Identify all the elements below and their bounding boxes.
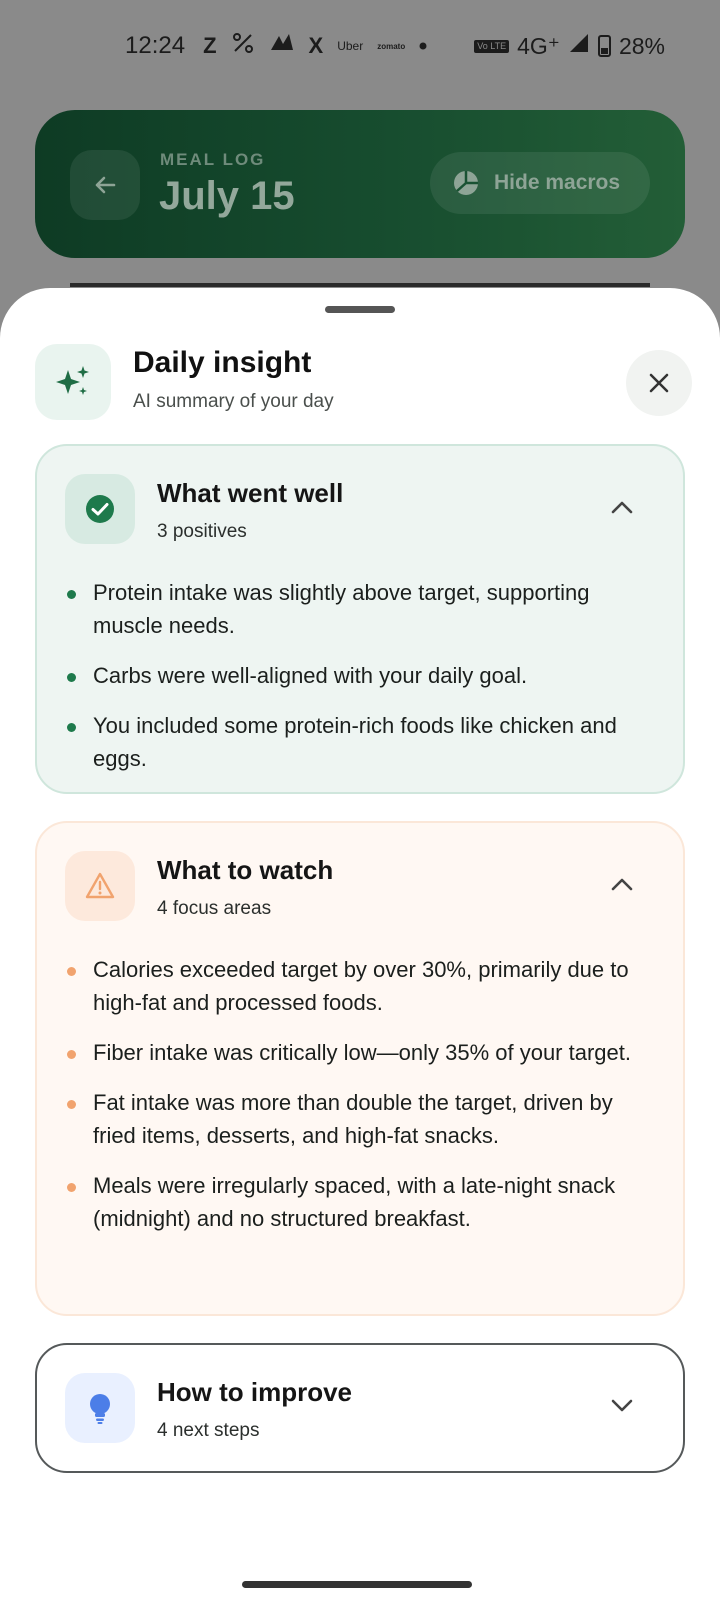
went-well-list: Protein intake was slightly above target… — [65, 576, 655, 792]
improve-title: How to improve — [157, 1377, 353, 1407]
what-went-well-section: What went well 3 positives Protein intak… — [35, 444, 685, 794]
bullet-dot-icon — [67, 673, 76, 682]
signal-icon — [568, 32, 590, 60]
meal-log-header: MEAL LOG July 15 Hide macros — [35, 110, 685, 258]
bullet-dot-icon — [67, 1183, 76, 1192]
sheet-subtitle: AI summary of your day — [133, 391, 334, 412]
status-time: 12:24 — [125, 32, 186, 59]
chevron-up-icon — [611, 878, 633, 891]
battery-percent: 28% — [618, 32, 665, 59]
hide-macros-button[interactable]: Hide macros — [430, 152, 650, 214]
home-indicator[interactable] — [242, 1581, 472, 1588]
list-item: Carbs were well-aligned with your daily … — [65, 659, 655, 692]
status-right: Vo LTE 4G⁺ 28% — [474, 32, 665, 60]
check-circle-icon — [65, 474, 135, 544]
hide-macros-label: Hide macros — [494, 171, 621, 194]
to-watch-count: 4 focus areas — [157, 898, 272, 919]
battery-icon — [597, 35, 611, 57]
bullet-dot-icon — [67, 1050, 76, 1059]
arrow-left-icon — [95, 176, 116, 194]
went-well-count: 3 positives — [157, 521, 247, 542]
list-item: Calories exceeded target by over 30%, pr… — [65, 953, 655, 1019]
warning-icon — [65, 851, 135, 921]
collapse-went-well-button[interactable] — [607, 492, 637, 522]
header-date: July 15 — [159, 174, 295, 218]
volte-icon: Vo LTE — [474, 39, 510, 53]
list-item: Meals were irregularly spaced, with a la… — [65, 1169, 655, 1235]
to-watch-list: Calories exceeded target by over 30%, pr… — [65, 953, 655, 1252]
list-item: Fat intake was more than double the targ… — [65, 1086, 655, 1152]
chevron-down-icon — [611, 1399, 633, 1412]
lightbulb-icon — [65, 1373, 135, 1443]
expand-improve-button[interactable] — [607, 1391, 637, 1421]
list-item: Protein intake was slightly above target… — [65, 576, 655, 642]
bullet-dot-icon — [67, 967, 76, 976]
chevron-up-icon — [611, 501, 633, 514]
to-watch-title: What to watch — [157, 855, 334, 885]
app-logo-icon — [269, 32, 295, 60]
list-item: You included some protein-rich foods lik… — [65, 709, 655, 775]
daily-insight-sheet: Daily insight AI summary of your day Wha… — [0, 288, 720, 1600]
background-divider — [70, 283, 650, 287]
connections-icon — [231, 31, 255, 61]
status-bar: 12:24 Z X Uber zomato Vo LTE 4G⁺ 28% — [0, 0, 720, 92]
close-button[interactable] — [626, 350, 692, 416]
x-icon: X — [308, 33, 324, 58]
close-icon — [649, 373, 669, 393]
sparkles-icon — [35, 344, 111, 420]
back-button[interactable] — [70, 150, 140, 220]
header-eyebrow: MEAL LOG — [160, 150, 266, 169]
bullet-dot-icon — [67, 723, 76, 732]
bullet-dot-icon — [67, 1100, 76, 1109]
zomato-z-icon: Z — [203, 33, 217, 58]
network-type: 4G⁺ — [517, 32, 560, 59]
what-to-watch-section: What to watch 4 focus areas Calories exc… — [35, 821, 685, 1316]
pie-chart-icon — [454, 171, 478, 195]
bullet-dot-icon — [67, 590, 76, 599]
sheet-drag-handle[interactable] — [325, 306, 395, 313]
uber-icon: Uber — [337, 39, 364, 53]
zomato-icon: zomato — [377, 41, 406, 51]
how-to-improve-section[interactable]: How to improve 4 next steps — [35, 1343, 685, 1473]
sheet-title: Daily insight — [133, 346, 312, 379]
went-well-title: What went well — [157, 478, 344, 508]
list-item: Fiber intake was critically low—only 35%… — [65, 1036, 655, 1069]
improve-count: 4 next steps — [157, 1420, 260, 1441]
notification-dot-icon — [419, 39, 427, 53]
collapse-to-watch-button[interactable] — [607, 869, 637, 899]
